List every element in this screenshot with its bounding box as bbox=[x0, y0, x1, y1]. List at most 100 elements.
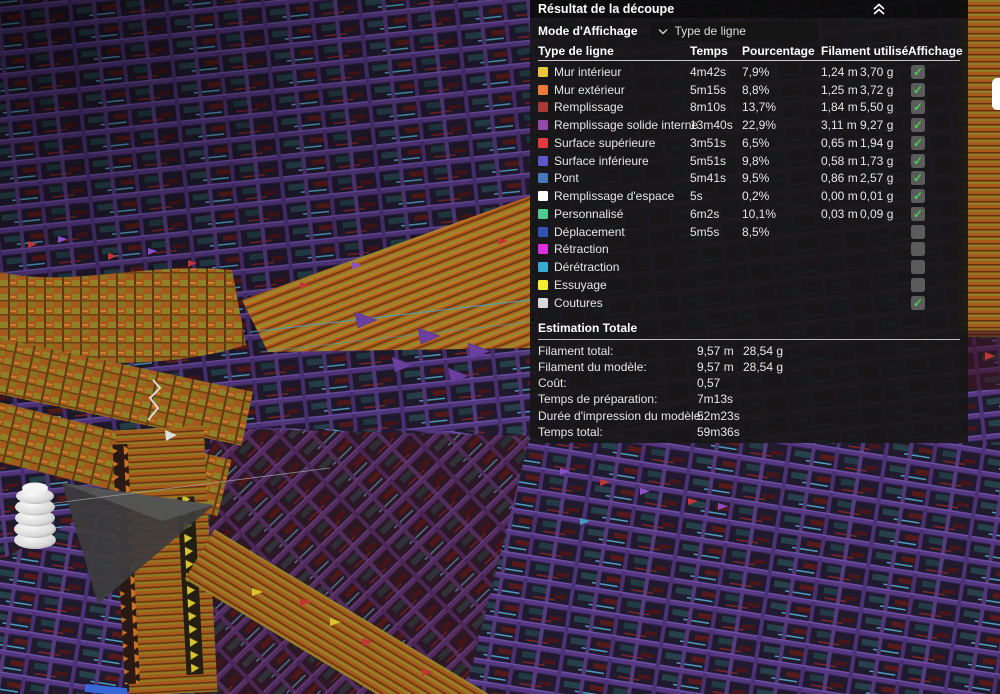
line-type-label: Essuyage bbox=[554, 277, 607, 292]
line-type-filament-g: 0,09 g bbox=[860, 206, 894, 221]
totals-value-1: 0,57 bbox=[697, 376, 721, 391]
col-header-time: Temps bbox=[690, 44, 728, 58]
line-type-table: Mur intérieur 4m42s 7,9% 1,24 m 3,70 g M… bbox=[530, 63, 968, 312]
display-checkbox[interactable] bbox=[911, 260, 925, 275]
table-row: Remplissage 8m10s 13,7% 1,84 m 5,50 g bbox=[530, 99, 968, 117]
display-checkbox[interactable] bbox=[911, 277, 925, 292]
totals-title: Estimation Totale bbox=[538, 321, 960, 340]
totals-value-2: 28,54 g bbox=[743, 359, 784, 374]
display-checkbox[interactable] bbox=[911, 135, 925, 150]
display-checkbox[interactable] bbox=[911, 189, 925, 204]
totals-row: Temps de préparation: 7m13s bbox=[538, 391, 960, 407]
line-type-color-swatch bbox=[538, 208, 548, 219]
line-type-percent: 8,5% bbox=[742, 224, 770, 239]
line-type-filament-g: 5,50 g bbox=[860, 100, 894, 115]
line-type-time: 5m51s bbox=[690, 153, 727, 168]
line-type-percent: 6,5% bbox=[742, 135, 770, 150]
totals-label: Filament du modèle: bbox=[538, 359, 647, 374]
display-checkbox[interactable] bbox=[911, 242, 925, 257]
line-type-time: 4m42s bbox=[690, 64, 727, 79]
line-type-filament-g: 9,27 g bbox=[860, 118, 894, 133]
display-checkbox[interactable] bbox=[911, 171, 925, 186]
table-row: Pont 5m41s 9,5% 0,86 m 2,57 g bbox=[530, 170, 968, 188]
totals-value-1: 9,57 m bbox=[697, 359, 734, 374]
line-type-time: 5m15s bbox=[690, 82, 727, 97]
line-type-percent: 9,5% bbox=[742, 171, 770, 186]
chevron-down-icon bbox=[658, 28, 668, 35]
line-type-filament-m: 1,84 m bbox=[821, 100, 858, 115]
line-type-filament-m: 0,00 m bbox=[821, 189, 858, 204]
line-type-label: Remplissage solide interne bbox=[554, 118, 699, 133]
totals-section: Estimation Totale Filament total: 9,57 m… bbox=[538, 321, 960, 441]
line-type-filament-m: 0,86 m bbox=[821, 171, 858, 186]
totals-row: Durée d'impression du modèle: 52m23s bbox=[538, 408, 960, 424]
table-row: Dérétraction bbox=[530, 258, 968, 276]
line-type-filament-m: 0,58 m bbox=[821, 153, 858, 168]
view-mode-value: Type de ligne bbox=[674, 24, 746, 38]
panel-title: Résultat de la découpe bbox=[538, 2, 675, 16]
line-type-time: 5m5s bbox=[690, 224, 720, 239]
line-type-label: Coutures bbox=[554, 295, 603, 310]
line-type-color-swatch bbox=[538, 262, 548, 273]
totals-rows: Filament total: 9,57 m 28,54 g Filament … bbox=[538, 343, 960, 441]
table-row: Remplissage solide interne 13m40s 22,9% … bbox=[530, 116, 968, 134]
line-type-color-swatch bbox=[538, 155, 548, 166]
line-type-color-swatch bbox=[538, 279, 548, 290]
line-type-filament-g: 3,72 g bbox=[860, 82, 894, 97]
line-type-label: Personnalisé bbox=[554, 206, 624, 221]
table-row: Personnalisé 6m2s 10,1% 0,03 m 0,09 g bbox=[530, 205, 968, 223]
line-type-time: 5m41s bbox=[690, 171, 727, 186]
line-type-percent: 22,9% bbox=[742, 118, 777, 133]
view-mode-select[interactable]: Type de ligne bbox=[649, 21, 818, 41]
table-row: Remplissage d'espace 5s 0,2% 0,00 m 0,01… bbox=[530, 187, 968, 205]
line-type-filament-m: 3,11 m bbox=[821, 118, 857, 133]
table-row: Rétraction bbox=[530, 241, 968, 259]
line-type-color-swatch bbox=[538, 297, 548, 308]
line-type-percent: 10,1% bbox=[742, 206, 777, 221]
display-checkbox[interactable] bbox=[911, 153, 925, 168]
display-checkbox[interactable] bbox=[911, 100, 925, 115]
line-type-color-swatch bbox=[538, 226, 548, 237]
totals-value-1: 59m36s bbox=[697, 424, 740, 439]
line-type-color-swatch bbox=[538, 66, 548, 77]
line-type-color-swatch bbox=[538, 102, 548, 113]
line-type-filament-g: 0,01 g bbox=[860, 189, 894, 204]
line-type-label: Mur intérieur bbox=[554, 64, 622, 79]
line-type-color-swatch bbox=[538, 191, 548, 202]
display-checkbox[interactable] bbox=[911, 82, 925, 97]
col-header-filament: Filament utilisé bbox=[821, 44, 909, 58]
slicer-preview-window: Résultat de la découpe Mode d'Affichage … bbox=[0, 0, 1000, 694]
chevrons-up-icon bbox=[873, 3, 885, 15]
totals-row: Coût: 0,57 bbox=[538, 375, 960, 391]
line-type-filament-g: 1,73 g bbox=[860, 153, 894, 168]
table-row: Surface supérieure 3m51s 6,5% 0,65 m 1,9… bbox=[530, 134, 968, 152]
display-checkbox[interactable] bbox=[911, 206, 925, 221]
col-header-display: Affichage bbox=[908, 44, 963, 58]
collapsed-side-tab[interactable] bbox=[992, 78, 1000, 110]
line-type-label: Remplissage d'espace bbox=[554, 189, 675, 204]
display-checkbox[interactable] bbox=[911, 224, 925, 239]
slicing-result-panel: Résultat de la découpe Mode d'Affichage … bbox=[530, 0, 968, 443]
display-checkbox[interactable] bbox=[911, 118, 925, 133]
line-type-time: 8m10s bbox=[690, 100, 727, 115]
display-checkbox[interactable] bbox=[911, 64, 925, 79]
display-checkbox[interactable] bbox=[911, 295, 925, 310]
view-mode-label: Mode d'Affichage bbox=[538, 24, 638, 38]
line-type-color-swatch bbox=[538, 120, 548, 131]
line-type-percent: 13,7% bbox=[742, 100, 777, 115]
table-row: Mur intérieur 4m42s 7,9% 1,24 m 3,70 g bbox=[530, 63, 968, 81]
view-mode-row: Mode d'Affichage Type de ligne bbox=[530, 18, 968, 44]
line-type-filament-g: 1,94 g bbox=[860, 135, 894, 150]
table-header: Type de ligne Temps Pourcentage Filament… bbox=[538, 44, 963, 61]
totals-label: Temps total: bbox=[538, 424, 603, 439]
line-type-filament-m: 0,65 m bbox=[821, 135, 858, 150]
totals-label: Filament total: bbox=[538, 343, 614, 358]
line-type-label: Surface supérieure bbox=[554, 135, 656, 150]
totals-label: Temps de préparation: bbox=[538, 392, 658, 407]
totals-value-2: 28,54 g bbox=[743, 343, 784, 358]
totals-value-1: 9,57 m bbox=[697, 343, 734, 358]
totals-row: Filament total: 9,57 m 28,54 g bbox=[538, 343, 960, 359]
collapse-panel-button[interactable] bbox=[871, 2, 887, 16]
line-type-label: Dérétraction bbox=[554, 260, 620, 275]
line-type-filament-m: 0,03 m bbox=[821, 206, 858, 221]
